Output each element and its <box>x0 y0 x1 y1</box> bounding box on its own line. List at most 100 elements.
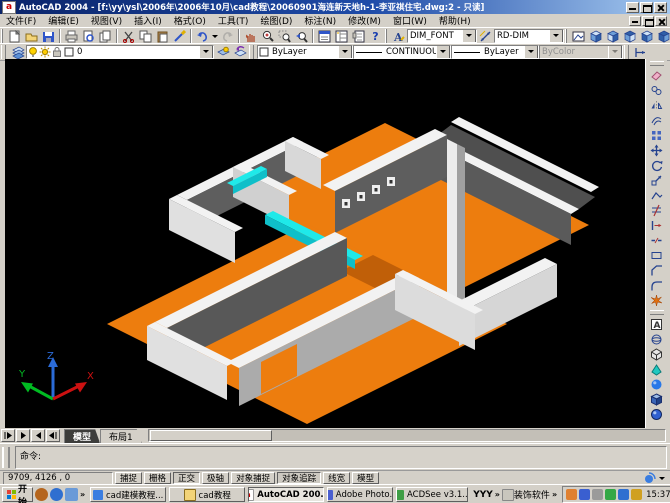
menu-window[interactable]: 窗口(W) <box>387 14 433 27</box>
dim-linear-icon[interactable] <box>632 45 649 60</box>
gouraud-shaded-icon[interactable] <box>648 377 666 392</box>
menu-format[interactable]: 格式(O) <box>168 14 212 27</box>
horizontal-scrollbar[interactable] <box>148 429 666 442</box>
undo-icon[interactable] <box>194 29 211 44</box>
toggle-grid[interactable]: 栅格 <box>144 472 171 484</box>
toolbar-grip[interactable] <box>650 310 664 315</box>
chamfer-icon[interactable] <box>648 263 666 278</box>
quick-launch-icon-3[interactable] <box>65 488 78 501</box>
tab-first-icon[interactable] <box>1 429 15 442</box>
close-button[interactable] <box>654 2 667 13</box>
move-icon[interactable] <box>648 143 666 158</box>
toggle-snap[interactable]: 捕捉 <box>115 472 142 484</box>
plot-icon[interactable] <box>63 29 80 44</box>
redo-icon[interactable] <box>219 29 236 44</box>
menu-draw[interactable]: 绘图(D) <box>254 14 298 27</box>
designcenter-icon[interactable] <box>333 29 350 44</box>
tab-layout1[interactable]: 布局1 <box>100 429 142 443</box>
minimize-button[interactable] <box>626 2 639 13</box>
2d-wireframe-icon[interactable]: A <box>648 317 666 332</box>
chevron-icon[interactable]: » <box>495 490 500 499</box>
layers-icon[interactable] <box>9 45 26 60</box>
match-properties-icon[interactable] <box>171 29 188 44</box>
toggle-otrack[interactable]: 对象追踪 <box>277 472 321 484</box>
copy-object-icon[interactable] <box>648 83 666 98</box>
tab-last-icon[interactable] <box>46 429 60 442</box>
dim-style-combo[interactable]: RD-DIM <box>494 29 564 43</box>
view-preset-icon[interactable] <box>587 29 604 44</box>
taskbar-toolbar-yyy[interactable]: YYY <box>473 490 493 500</box>
toolbar-grip[interactable] <box>249 45 254 59</box>
color-combo[interactable]: ByLayer <box>257 45 353 59</box>
layer-combo[interactable]: 0 <box>26 45 214 59</box>
break-icon[interactable] <box>648 233 666 248</box>
command-window-grip[interactable] <box>2 447 10 468</box>
doc-close-button[interactable] <box>655 16 667 26</box>
open-icon[interactable] <box>23 29 40 44</box>
help-icon[interactable]: ? <box>367 29 384 44</box>
toolbar-grip[interactable] <box>650 61 664 66</box>
toggle-model[interactable]: 模型 <box>352 472 379 484</box>
chevron-down-icon[interactable] <box>524 45 538 59</box>
toggle-lwt[interactable]: 线宽 <box>323 472 350 484</box>
tray-icon-6[interactable] <box>631 489 642 500</box>
zoom-realtime-icon[interactable] <box>259 29 276 44</box>
view-preset-icon[interactable] <box>621 29 638 44</box>
hidden-icon[interactable] <box>648 347 666 362</box>
rotate-icon[interactable] <box>648 158 666 173</box>
taskbar-item-autocad[interactable]: a AutoCAD 200... <box>248 487 324 502</box>
tray-icon-1[interactable] <box>566 489 577 500</box>
plot-preview-icon[interactable] <box>80 29 97 44</box>
tab-next-icon[interactable] <box>31 429 45 442</box>
named-views-icon[interactable] <box>570 29 587 44</box>
array-icon[interactable] <box>648 128 666 143</box>
tray-icon-3[interactable] <box>592 489 603 500</box>
scrollbar-thumb[interactable] <box>150 430 272 441</box>
layer-states-icon[interactable] <box>214 45 231 60</box>
taskbar-item[interactable]: cad建模教程... <box>90 487 166 502</box>
toolbar-grip[interactable] <box>1 45 6 59</box>
fillet-icon[interactable] <box>648 278 666 293</box>
taskbar-item[interactable]: cad教程 <box>169 487 245 502</box>
tray-icon-2[interactable] <box>579 489 590 500</box>
mirror-icon[interactable] <box>648 98 666 113</box>
erase-icon[interactable] <box>648 68 666 83</box>
chevron-down-icon[interactable] <box>338 45 352 59</box>
toggle-osnap[interactable]: 对象捕捉 <box>231 472 275 484</box>
tool-palettes-icon[interactable] <box>350 29 367 44</box>
view-preset-icon[interactable] <box>655 29 670 44</box>
paste-icon[interactable] <box>154 29 171 44</box>
view-preset-icon[interactable] <box>638 29 655 44</box>
restore-button[interactable] <box>640 2 653 13</box>
undo-dropdown-icon[interactable] <box>211 29 219 44</box>
menu-help[interactable]: 帮助(H) <box>433 14 477 27</box>
menu-edit[interactable]: 编辑(E) <box>42 14 85 27</box>
text-style-icon[interactable]: A <box>390 29 407 44</box>
tab-prev-icon[interactable] <box>16 429 30 442</box>
chevron-icon[interactable]: » <box>80 490 85 499</box>
flat-shaded-icon[interactable] <box>648 362 666 377</box>
doc-minimize-button[interactable] <box>629 16 641 26</box>
publish-icon[interactable] <box>97 29 114 44</box>
tray-icon-4[interactable] <box>605 489 616 500</box>
toolbar-grip[interactable] <box>385 29 387 43</box>
toolbar-grip[interactable] <box>565 29 567 43</box>
command-input[interactable]: 命令: <box>15 446 667 469</box>
drawing-area[interactable]: Z Y X <box>5 59 646 428</box>
cut-icon[interactable] <box>120 29 137 44</box>
offset-icon[interactable] <box>648 113 666 128</box>
text-style-combo[interactable]: DIM_FONT <box>407 29 477 43</box>
autocad-app-icon[interactable]: a <box>2 1 16 14</box>
taskbar-item[interactable]: Adobe Photo... <box>327 487 393 502</box>
flat-shaded-edges-icon[interactable] <box>648 392 666 407</box>
trim-icon[interactable] <box>648 203 666 218</box>
quick-launch-icon-1[interactable] <box>35 488 48 501</box>
taskbar-item[interactable]: ACDSee v3.1... <box>396 487 468 502</box>
chevron-down-icon[interactable] <box>549 29 563 43</box>
doc-restore-button[interactable] <box>642 16 654 26</box>
menu-view[interactable]: 视图(V) <box>85 14 128 27</box>
zoom-previous-icon[interactable] <box>293 29 310 44</box>
chevron-down-icon[interactable] <box>462 29 476 43</box>
dim-style-icon[interactable] <box>477 29 494 44</box>
start-button[interactable]: 开始 <box>2 487 33 502</box>
